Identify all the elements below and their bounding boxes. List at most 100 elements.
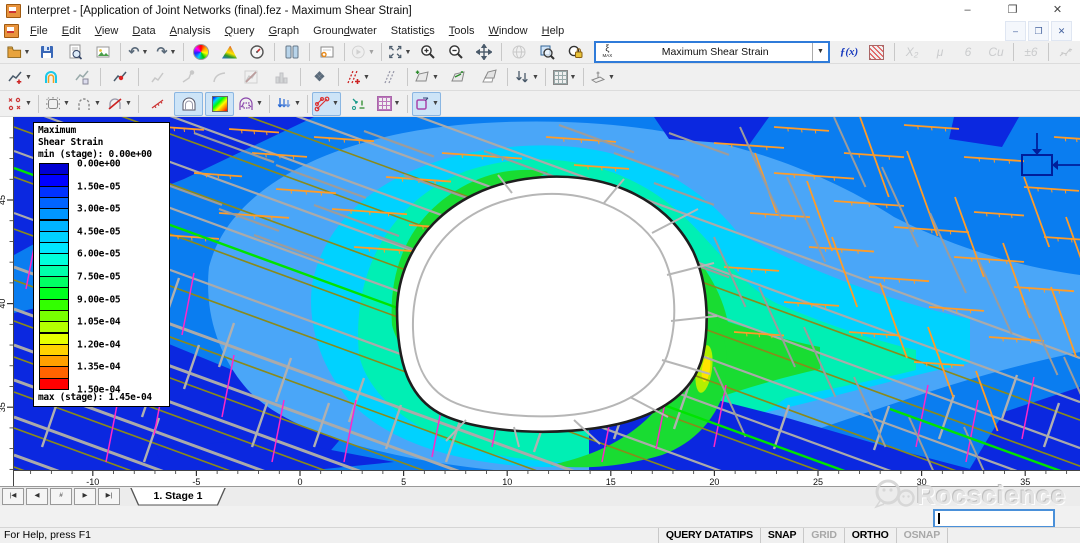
- save-button[interactable]: [34, 42, 60, 63]
- pan-button[interactable]: [471, 42, 497, 63]
- zoom-out-button[interactable]: [443, 42, 469, 63]
- excavation-boundary-button[interactable]: ▼: [74, 92, 103, 116]
- tab-stage-1[interactable]: 1. Stage 1: [130, 488, 226, 506]
- yielded-elements-button[interactable]: ▼: [412, 92, 441, 116]
- delete-material-query-button[interactable]: [67, 65, 96, 89]
- zoom-in-button[interactable]: [415, 42, 441, 63]
- open-button[interactable]: ▼: [5, 42, 32, 63]
- dial-icon: [249, 44, 265, 60]
- mesh-boundary-button[interactable]: ▼: [43, 92, 72, 116]
- close-button[interactable]: ✕: [1035, 0, 1080, 21]
- redo-button[interactable]: ↷▼: [153, 42, 179, 63]
- data-type-select[interactable]: ξMAXMaximum Shear Strain▼: [594, 41, 830, 63]
- contour-plot[interactable]: [14, 117, 1080, 470]
- add-solid-region-button[interactable]: ▼: [412, 65, 441, 89]
- add-joint-monitor-button[interactable]: ▼: [343, 65, 372, 89]
- displacement-markers-button[interactable]: [343, 92, 372, 116]
- status-toggle-query-datatips[interactable]: QUERY DATATIPS: [658, 528, 760, 543]
- section-view-icon: [590, 69, 606, 85]
- zoom-lock-button[interactable]: [562, 42, 588, 63]
- element-grid-button[interactable]: ▼: [374, 92, 403, 116]
- next-stage-button[interactable]: ▶: [74, 488, 96, 505]
- hide-boundary-icon: [107, 96, 123, 112]
- svg-text:0: 0: [297, 477, 302, 486]
- dropdown-arrow-icon: ▼: [25, 100, 32, 107]
- zoom-extents-button[interactable]: ▼: [386, 42, 413, 63]
- menu-file[interactable]: File: [23, 21, 55, 41]
- menu-analysis[interactable]: Analysis: [163, 21, 218, 41]
- menu-edit[interactable]: Edit: [55, 21, 88, 41]
- hide-boundary-button[interactable]: ▼: [105, 92, 134, 116]
- child-restore-button[interactable]: ❐: [1028, 21, 1049, 41]
- stat-cu-button: Cu: [983, 42, 1009, 63]
- menu-query[interactable]: Query: [218, 21, 262, 41]
- section-view-button[interactable]: ▼: [588, 65, 617, 89]
- bolt-display-icon: [314, 96, 330, 112]
- menu-help[interactable]: Help: [535, 21, 572, 41]
- marker-options-button[interactable]: ▼: [5, 92, 34, 116]
- add-material-query-button[interactable]: ▼: [5, 65, 34, 89]
- joint-display-button[interactable]: [143, 92, 172, 116]
- combo-dropdown-icon[interactable]: ▼: [812, 43, 828, 61]
- dropdown-arrow-icon: ▼: [169, 49, 176, 56]
- copy-solid-region-button[interactable]: [474, 65, 503, 89]
- status-toggle-snap[interactable]: SNAP: [760, 528, 803, 543]
- status-toggle-osnap[interactable]: OSNAP: [896, 528, 948, 543]
- split-view-button[interactable]: [279, 42, 305, 63]
- model-view[interactable]: Maximum Shear Strain min (stage): 0.00e+…: [14, 117, 1080, 470]
- edit-solid-region-button[interactable]: [443, 65, 472, 89]
- deformed-boundary-button[interactable]: [174, 92, 203, 116]
- status-toggle-ortho[interactable]: ORTHO: [844, 528, 896, 543]
- menu-data[interactable]: Data: [125, 21, 162, 41]
- status-toggle-grid[interactable]: GRID: [803, 528, 843, 543]
- delete-joint-monitor-button[interactable]: [374, 65, 403, 89]
- move-query-button[interactable]: ❖: [305, 65, 334, 89]
- stage-list-button[interactable]: #: [50, 488, 72, 505]
- material-query-button[interactable]: [864, 42, 890, 63]
- minimize-button[interactable]: –: [945, 0, 990, 21]
- grid-pattern-button[interactable]: ▼: [550, 65, 579, 89]
- zoom-lock-icon: [567, 44, 583, 60]
- print-preview-button[interactable]: [62, 42, 88, 63]
- contour-colors-button[interactable]: [188, 42, 214, 63]
- menu-tools[interactable]: Tools: [442, 21, 482, 41]
- user-defined-data-button[interactable]: ƒ(x): [836, 42, 862, 63]
- first-stage-button[interactable]: |◀: [2, 488, 24, 505]
- snapshot-button[interactable]: [314, 42, 340, 63]
- last-stage-button[interactable]: ▶|: [98, 488, 120, 505]
- contour-legend[interactable]: Maximum Shear Strain min (stage): 0.00e+…: [33, 122, 170, 407]
- bolt-display-button[interactable]: ▼: [312, 92, 341, 116]
- toolbar-display: ▼▼▼▼▼▼▼▼▼: [0, 91, 1080, 117]
- dial-button[interactable]: [244, 42, 270, 63]
- yielded-elements-icon: [414, 96, 430, 112]
- prev-stage-button[interactable]: ◀: [26, 488, 48, 505]
- menu-statistics[interactable]: Statistics: [384, 21, 442, 41]
- command-input[interactable]: [933, 509, 1055, 528]
- stage-tab-bar: |◀◀#▶▶| 1. Stage 1: [0, 486, 1080, 506]
- undo-button[interactable]: ↶▼: [125, 42, 151, 63]
- menu-graph[interactable]: Graph: [262, 21, 307, 41]
- flow-vectors-button[interactable]: ▼: [274, 92, 303, 116]
- child-minimize-button[interactable]: –: [1005, 21, 1026, 41]
- deformed-boundary-icon: [181, 96, 197, 112]
- menu-view[interactable]: View: [88, 21, 126, 41]
- sort-data-button[interactable]: ▼: [512, 65, 541, 89]
- svg-text:10: 10: [502, 477, 512, 486]
- status-help-text: For Help, press F1: [0, 528, 91, 543]
- zoom-window-icon: [539, 44, 555, 60]
- restore-button[interactable]: ❐: [990, 0, 1035, 21]
- print-preview-icon: [67, 44, 83, 60]
- dropdown-arrow-icon: ▼: [363, 74, 370, 81]
- menu-groundwater[interactable]: Groundwater: [306, 21, 384, 41]
- contour-options-button[interactable]: [216, 42, 242, 63]
- menu-window[interactable]: Window: [481, 21, 534, 41]
- export-image-button[interactable]: [90, 42, 116, 63]
- contour-overlay-button[interactable]: [205, 92, 234, 116]
- show-queries-button[interactable]: [36, 65, 65, 89]
- child-close-button[interactable]: ✕: [1051, 21, 1072, 41]
- legend-tick-label: 6.00e-05: [77, 250, 120, 260]
- zoom-window-button[interactable]: [534, 42, 560, 63]
- query-point-button[interactable]: [105, 65, 134, 89]
- excavation-boundary-icon: [76, 96, 92, 112]
- support-display-button[interactable]: ▼: [236, 92, 265, 116]
